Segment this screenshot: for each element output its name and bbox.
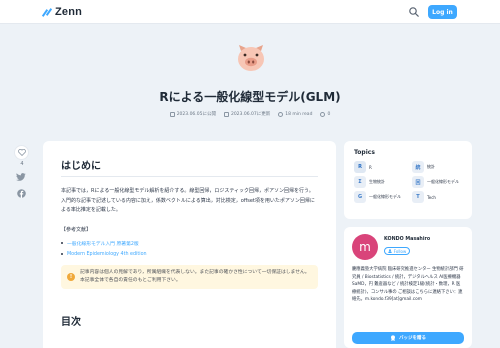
regression-icon: 回	[412, 176, 424, 188]
share-actions: 4	[14, 145, 30, 198]
author-card: m KONDO Masahiro Follow 慶應義塾大学病院 臨床研究推進セ…	[344, 227, 472, 348]
article-title: Rによる一般化線型モデル(GLM)	[159, 90, 341, 104]
author-name[interactable]: KONDO Masahiro	[384, 237, 430, 242]
r-language-icon: R	[354, 161, 366, 173]
like-count: 4	[20, 161, 24, 167]
twitter-share-button[interactable]	[14, 172, 28, 182]
zenn-logo-icon	[41, 7, 53, 17]
reference-link[interactable]: 一般化線形モデル入門 原著第2版	[61, 240, 318, 247]
intro-heading: はじめに	[61, 157, 318, 177]
comment-icon	[320, 111, 326, 117]
brand-name: Zenn	[55, 6, 83, 18]
read-time: 18 min read	[278, 111, 312, 117]
topics-card: Topics RR 統統計 Σ 生物統計 回一般化線形モデル G 一般化線形モデル …	[344, 141, 472, 219]
topics-title: Topics	[354, 149, 375, 156]
calendar-icon	[169, 111, 175, 117]
facebook-share-button[interactable]	[14, 188, 28, 198]
statistics-icon: 統	[412, 161, 424, 173]
biostatistics-icon: Σ	[354, 176, 366, 188]
badge-icon	[391, 335, 395, 341]
facebook-icon	[16, 188, 26, 198]
toc-heading: 目次	[61, 316, 81, 328]
pig-emoji-icon	[238, 45, 264, 71]
user-plus-icon	[388, 249, 392, 253]
search-icon[interactable]	[408, 6, 420, 18]
avatar[interactable]: m	[352, 234, 378, 260]
author-bio: 慶應義塾大学病院 臨床研究推進センター 生物統計部門 研究員 / Biostat…	[352, 267, 464, 303]
published-date: 2023.06.05に公開	[169, 111, 216, 117]
like-button[interactable]	[14, 145, 29, 160]
tech-icon: T	[412, 191, 424, 203]
topic-biostatistics[interactable]: Σ 生物統計	[354, 176, 402, 188]
disclaimer-text: 記事内容は個人の見解であり，所属組織を代表しない。また記事の確かさ性について一切…	[80, 269, 310, 283]
updated-date: 2023.06.07に更新	[223, 111, 270, 117]
topic-r[interactable]: RR	[354, 161, 402, 173]
article-meta: 2023.06.05に公開 2023.06.07に更新 18 min read …	[0, 111, 500, 117]
heart-icon	[17, 149, 26, 156]
topic-glm-2[interactable]: G 一般化線形モデル	[354, 191, 402, 203]
bullet-icon	[61, 253, 63, 255]
refresh-icon	[223, 111, 229, 117]
bullet-icon	[61, 242, 63, 244]
reference-link[interactable]: Modern Epidemiology 4th edition	[61, 252, 318, 257]
clock-icon	[278, 111, 284, 117]
topic-tech[interactable]: T Tech	[412, 191, 460, 203]
send-badge-button[interactable]: バッジを贈る	[352, 332, 464, 344]
topic-statistics[interactable]: 統統計	[412, 161, 460, 173]
zenn-logo[interactable]: Zenn	[41, 6, 83, 18]
article-body: はじめに 本記事では，Rによる一般化線型モデル解析を紹介する。線型回帰，ロジステ…	[43, 141, 336, 348]
references-label: 【参考文献】	[61, 226, 92, 233]
author-header: m KONDO Masahiro Follow	[352, 234, 464, 260]
top-nav-bar: Zenn Log in	[0, 0, 500, 24]
glm-icon: G	[354, 191, 366, 203]
disclaimer-notice: ! 記事内容は個人の見解であり，所属組織を代表しない。また記事の確かさ性について…	[61, 264, 318, 289]
topic-glm[interactable]: 回一般化線形モデル	[412, 176, 460, 188]
login-button[interactable]: Log in	[428, 5, 457, 19]
follow-button[interactable]: Follow	[384, 247, 410, 255]
reference-list: 一般化線形モデル入門 原著第2版 Modern Epidemiology 4th…	[61, 240, 318, 257]
topics-list: RR 統統計 Σ 生物統計 回一般化線形モデル G 一般化線形モデル T Tech	[354, 161, 462, 203]
twitter-icon	[16, 173, 26, 181]
warning-icon: !	[67, 272, 75, 281]
intro-paragraph: 本記事では，Rによる一般化線型モデル解析を紹介する。線型回帰，ロジスティック回帰…	[61, 188, 315, 213]
comment-count[interactable]: 0	[320, 111, 330, 117]
